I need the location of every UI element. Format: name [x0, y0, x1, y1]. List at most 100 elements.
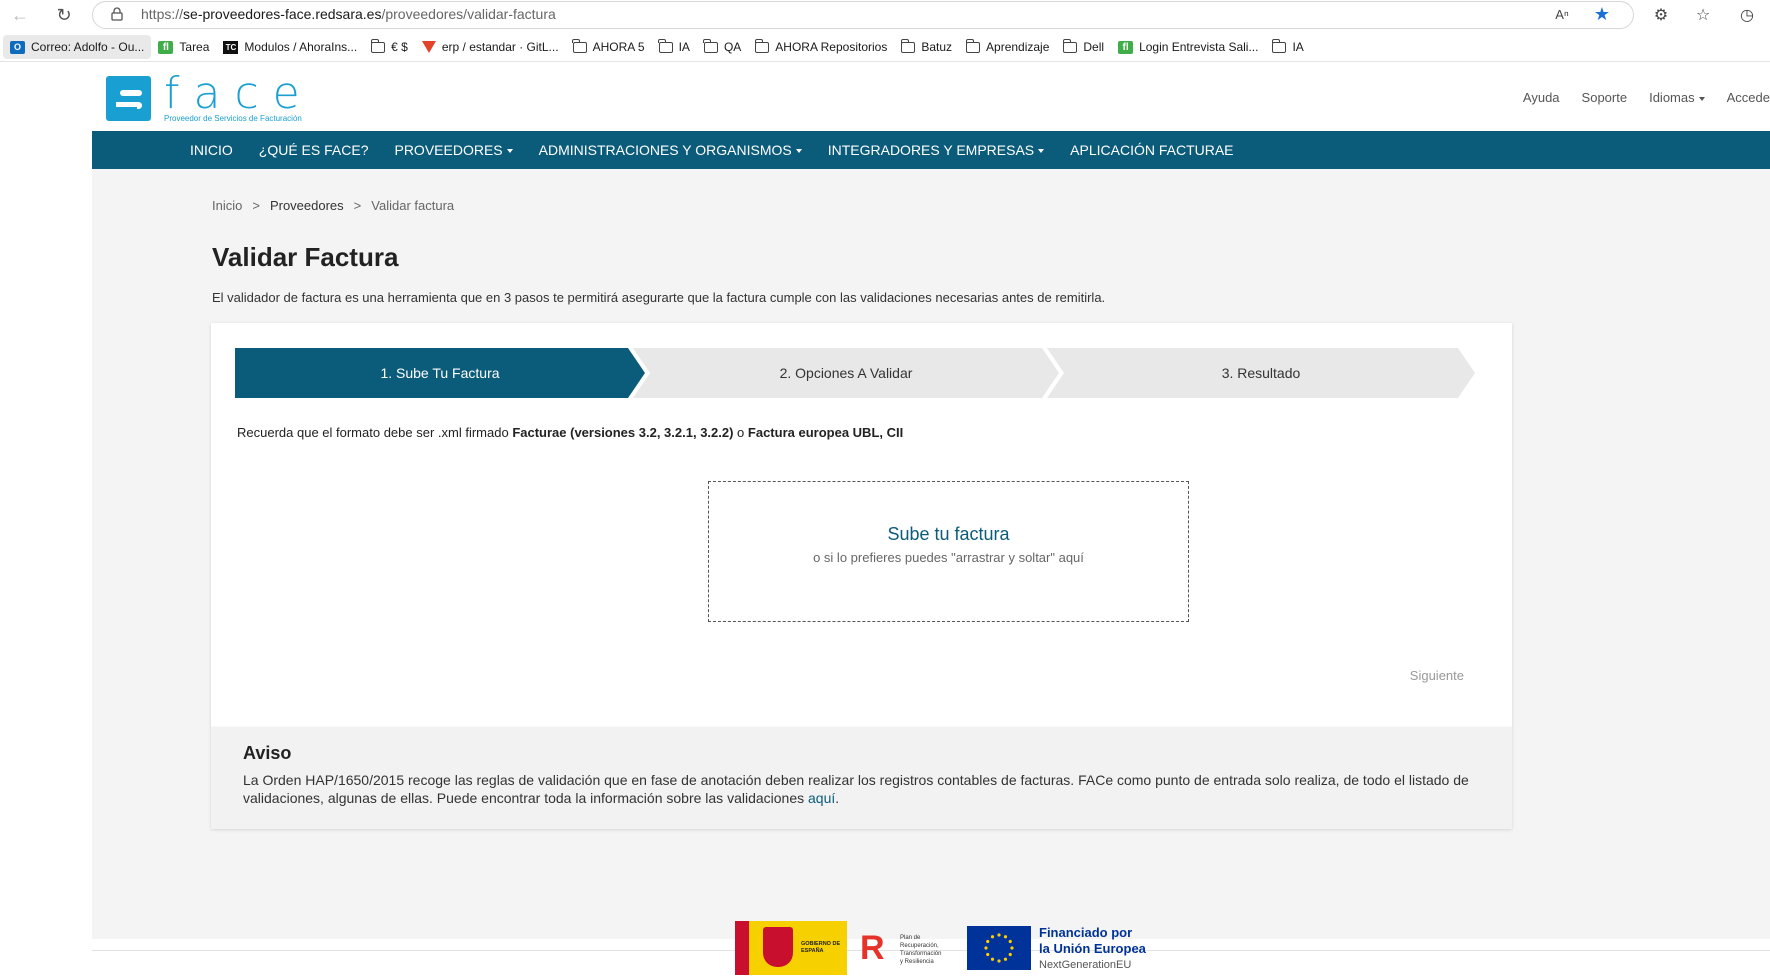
face-logo-letters: face	[164, 68, 314, 119]
face-logo-icon	[106, 76, 151, 121]
nav-proveedores[interactable]: PROVEEDORES	[394, 142, 513, 158]
url-text: https://se-proveedores-face.redsara.es/p…	[141, 6, 556, 22]
nav-aplicacion-facturae[interactable]: APLICACIÓN FACTURAE	[1070, 142, 1233, 158]
favorite-star-icon[interactable]: ★	[1591, 3, 1613, 25]
nav-inicio[interactable]: INICIO	[190, 142, 233, 158]
bookmark-item[interactable]: AHORA 5	[566, 35, 652, 59]
stepper: 1. Sube Tu Factura 2. Opciones A Validar…	[235, 348, 1635, 398]
bookmark-item[interactable]: QA	[697, 35, 748, 59]
bookmark-label: € $	[391, 40, 408, 54]
read-aloud-icon[interactable]: Aⁿ	[1551, 3, 1573, 25]
lock-icon	[111, 7, 123, 21]
notice-box: Aviso La Orden HAP/1650/2015 recoge las …	[211, 727, 1512, 829]
plan-text: Plan de Recuperación, Transformación y R…	[900, 934, 941, 966]
bookmark-item[interactable]: AHORA Repositorios	[748, 35, 894, 59]
breadcrumb: Inicio > Proveedores > Validar factura	[212, 198, 454, 213]
nav-integradores[interactable]: INTEGRADORES Y EMPRESAS	[827, 142, 1045, 158]
bookmark-item[interactable]: fl Login Entrevista Sali...	[1111, 35, 1265, 59]
folder-icon	[754, 38, 770, 53]
folder-icon	[1062, 38, 1078, 53]
bookmarks-bar: O Correo: Adolfo - Ou... fl Tarea TC Modulos …	[0, 33, 1770, 62]
bookmark-label: Tarea	[179, 40, 210, 54]
breadcrumb-inicio[interactable]: Inicio	[212, 198, 242, 213]
bookmark-item[interactable]: Batuz	[894, 35, 959, 59]
step-3-label: 3. Resultado	[1221, 365, 1301, 381]
funding-logos: GOBIERNO DE ESPAÑA R Plan de Recuperació…	[735, 921, 1195, 978]
bookmark-label: IA	[1292, 40, 1304, 54]
access-link[interactable]: Accede	[1727, 90, 1770, 105]
bookmark-item[interactable]: erp / estandar · GitL...	[415, 35, 566, 59]
languages-dropdown[interactable]: Idiomas	[1649, 90, 1705, 105]
page-title: Validar Factura	[212, 242, 399, 272]
extensions-icon[interactable]: ⚙	[1650, 4, 1672, 26]
face-logo-subtitle: Proveedor de Servicios de Facturación	[164, 114, 302, 123]
bookmark-item[interactable]: € $	[364, 35, 415, 59]
gitlab-icon	[421, 41, 436, 53]
eu-star	[1008, 939, 1012, 944]
bookmark-item[interactable]: O Correo: Adolfo - Ou...	[3, 35, 152, 59]
bookmark-label: Batuz	[921, 40, 953, 54]
upload-dropzone[interactable]: Sube tu factura o si lo prefieres puedes…	[708, 481, 1189, 622]
back-icon[interactable]: ←	[8, 3, 32, 27]
bookmark-label: Login Entrevista Sali...	[1139, 40, 1259, 54]
bookmark-label: QA	[723, 40, 742, 54]
address-bar[interactable]: https://se-proveedores-face.redsara.es/p…	[92, 1, 1634, 29]
bookmark-label: AHORA Repositorios	[775, 40, 888, 54]
folder-icon	[572, 38, 587, 53]
bookmark-item[interactable]: Aprendizaje	[959, 35, 1056, 59]
breadcrumb-proveedores[interactable]: Proveedores	[270, 198, 344, 213]
reload-icon[interactable]: ↻	[52, 3, 76, 27]
bookmark-label: Modulos / AhoraIns...	[244, 40, 358, 54]
eu-line-2: la Unión Europea	[1039, 941, 1146, 956]
eu-star	[986, 939, 990, 944]
coat-of-arms-icon	[763, 927, 793, 967]
gobierno-espana-logo: GOBIERNO DE ESPAÑA	[735, 921, 847, 975]
next-button[interactable]: Siguiente	[1410, 668, 1464, 683]
caret-down-icon	[795, 149, 802, 154]
favorites-icon[interactable]: ☆	[1692, 4, 1714, 26]
caret-down-icon	[1038, 149, 1045, 154]
top-links: Ayuda Soporte Idiomas Accede	[1501, 90, 1770, 105]
upload-title[interactable]: Sube tu factura	[709, 524, 1188, 545]
caret-down-icon	[1698, 96, 1705, 101]
step-2-label: 2. Opciones A Validar	[779, 365, 913, 381]
languages-label: Idiomas	[1649, 90, 1695, 105]
tc-icon: TC	[223, 40, 239, 54]
format-note: Recuerda que el formato debe ser .xml fi…	[237, 425, 903, 440]
eu-star	[990, 935, 995, 939]
plan-recuperacion-logo: R Plan de Recuperación, Transformación y…	[858, 921, 958, 975]
bookmark-label: IA	[678, 40, 690, 54]
folder-icon	[965, 38, 981, 53]
bookmark-label: AHORA 5	[592, 40, 645, 54]
nav-integradores-label: INTEGRADORES Y EMPRESAS	[827, 142, 1035, 158]
eu-star	[1003, 935, 1008, 939]
help-link[interactable]: Ayuda	[1523, 90, 1560, 105]
bookmark-item[interactable]: IA	[652, 35, 697, 59]
step-1-label: 1. Sube Tu Factura	[380, 365, 500, 381]
folder-icon	[658, 38, 673, 53]
flag-stripe	[735, 921, 749, 975]
face-page: face Proveedor de Servicios de Facturaci…	[92, 62, 1770, 978]
nav-que-es-face[interactable]: ¿QUÉ ES FACE?	[259, 142, 369, 158]
validations-link[interactable]: aquí	[808, 790, 835, 806]
bookmark-item[interactable]: fl Tarea	[151, 35, 216, 59]
support-link[interactable]: Soporte	[1582, 90, 1628, 105]
bookmark-item[interactable]: Dell	[1056, 35, 1111, 59]
bookmark-item[interactable]: TC Modulos / AhoraIns...	[216, 35, 364, 59]
eu-star	[986, 952, 990, 957]
bookmark-item[interactable]: IA	[1265, 35, 1310, 59]
bookmark-label: Correo: Adolfo - Ou...	[31, 40, 145, 54]
folder-icon	[703, 38, 718, 53]
eu-flag-icon	[967, 926, 1031, 970]
upload-subtitle: o si lo prefieres puedes "arrastrar y so…	[813, 550, 1084, 565]
history-icon[interactable]: ◷	[1736, 4, 1758, 26]
breadcrumb-separator: >	[353, 198, 362, 213]
breadcrumb-separator: >	[252, 198, 260, 213]
eu-star	[1008, 952, 1012, 957]
format-note-ubl: Factura europea UBL, CII	[747, 425, 904, 440]
step-3: 3. Resultado	[1047, 348, 1475, 398]
plan-line-4: y Resiliencia	[900, 959, 934, 965]
face-logo[interactable]: face Proveedor de Servicios de Facturaci…	[106, 70, 316, 124]
outlook-icon: O	[10, 40, 25, 54]
nav-administraciones[interactable]: ADMINISTRACIONES Y ORGANISMOS	[539, 142, 802, 158]
